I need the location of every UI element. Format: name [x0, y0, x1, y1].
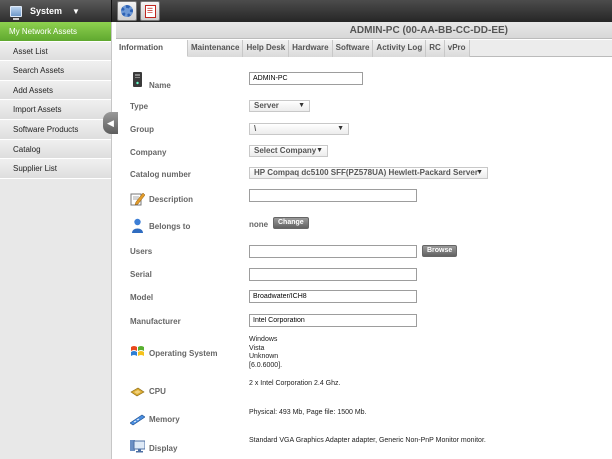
chevron-down-icon: ▼ — [316, 147, 323, 154]
os-line: Vista — [249, 344, 265, 352]
catalog-label: Catalog number — [130, 170, 191, 179]
monitor-icon — [130, 439, 145, 454]
model-label: Model — [130, 293, 154, 302]
system-menu-label: System — [30, 6, 63, 16]
catalog-select[interactable]: HP Compaq dc5100 SFF(PZ578UA) Hewlett-Pa… — [249, 167, 488, 179]
settings-button[interactable] — [117, 1, 137, 21]
gear-icon — [121, 5, 133, 17]
sidebar-item-my-network-assets[interactable]: My Network Assets — [0, 22, 111, 42]
sidebar-item-import-assets[interactable]: Import Assets — [0, 100, 111, 120]
name-field[interactable] — [249, 72, 363, 85]
tab-software[interactable]: Software — [332, 40, 374, 57]
change-owner-button[interactable]: Change — [273, 217, 309, 229]
belongs-to-label: Belongs to — [149, 222, 191, 231]
chevron-down-icon: ▼ — [72, 6, 80, 16]
cpu-value: 2 x Intel Corporation 2.4 Ghz. — [249, 380, 341, 387]
export-pdf-button[interactable]: ☰ — [140, 1, 160, 21]
sidebar-collapse-handle[interactable]: ◀ — [103, 112, 118, 134]
page-title: ADMIN-PC (00-AA-BB-CC-DD-EE) — [116, 22, 612, 39]
description-label: Description — [149, 195, 194, 204]
memory-module-icon — [130, 412, 145, 427]
tab-activity-log[interactable]: Activity Log — [373, 40, 427, 57]
operating-system-value: Windows Vista Unknown [6.0.6000]. — [249, 336, 282, 370]
chevron-down-icon: ▼ — [476, 169, 483, 176]
tab-maintenance[interactable]: Maintenance — [188, 40, 244, 57]
users-field[interactable] — [249, 245, 417, 258]
group-label: Group — [130, 125, 154, 134]
os-line: [6.0.6000]. — [249, 361, 283, 369]
memory-label: Memory — [149, 415, 180, 424]
memory-value: Physical: 493 Mb, Page file: 1500 Mb. — [249, 409, 367, 416]
serial-label: Serial — [130, 270, 152, 279]
sidebar-item-supplier-list[interactable]: Supplier List — [0, 159, 111, 179]
tab-bar: Information Maintenance Help Desk Hardwa… — [116, 40, 612, 57]
type-label: Type — [130, 102, 149, 111]
group-select[interactable]: \ ▼ — [249, 123, 349, 135]
model-field[interactable] — [249, 290, 417, 303]
browse-users-button[interactable]: Browse — [422, 245, 458, 257]
manufacturer-field[interactable] — [249, 314, 417, 327]
pdf-icon: ☰ — [144, 4, 156, 18]
users-label: Users — [130, 247, 153, 256]
tab-vpro[interactable]: vPro — [444, 40, 470, 57]
display-label: Display — [149, 444, 178, 453]
pencil-edit-icon — [130, 191, 145, 206]
type-select[interactable]: Server ▼ — [249, 100, 310, 112]
operating-system-label: Operating System — [149, 349, 218, 358]
catalog-select-value: HP Compaq dc5100 SFF(PZ578UA) Hewlett-Pa… — [254, 168, 478, 177]
os-line: Unknown — [249, 353, 279, 360]
cpu-chip-icon — [130, 384, 145, 399]
asset-information-form: Name Type Server▼ Group \▼ Company Selec… — [116, 58, 612, 459]
os-line: Windows — [249, 336, 278, 343]
group-select-value: \ — [254, 124, 257, 133]
name-label: Name — [149, 81, 171, 90]
manufacturer-label: Manufacturer — [130, 317, 181, 326]
company-label: Company — [130, 148, 167, 157]
tab-hardware[interactable]: Hardware — [289, 40, 333, 57]
display-value: Standard VGA Graphics Adapter adapter, G… — [249, 437, 486, 444]
sidebar-item-asset-list[interactable]: Asset List — [0, 41, 111, 62]
company-select-value: Select Company — [254, 146, 317, 155]
company-select[interactable]: Select Company ▼ — [249, 145, 328, 157]
description-field[interactable] — [249, 189, 417, 202]
windows-logo-icon — [130, 344, 145, 359]
type-select-value: Server — [254, 101, 279, 110]
cpu-label: CPU — [149, 387, 166, 396]
computer-icon — [10, 5, 22, 20]
serial-field[interactable] — [249, 268, 417, 281]
system-menu-button[interactable]: System ▼ — [0, 0, 112, 22]
sidebar: My Network Assets Asset List Search Asse… — [0, 22, 112, 459]
chevron-down-icon: ▼ — [337, 125, 344, 132]
sidebar-item-catalog[interactable]: Catalog — [0, 139, 111, 160]
belongs-to-value: none — [249, 220, 269, 229]
computer-tower-icon — [130, 72, 145, 87]
chevron-down-icon: ▼ — [298, 102, 305, 109]
tab-information[interactable]: Information — [116, 40, 188, 57]
sidebar-item-search-assets[interactable]: Search Assets — [0, 61, 111, 81]
tab-help-desk[interactable]: Help Desk — [243, 40, 290, 57]
tab-rc[interactable]: RC — [426, 40, 445, 57]
top-bar: System ▼ ☰ — [0, 0, 612, 22]
user-icon — [130, 218, 145, 233]
sidebar-item-add-assets[interactable]: Add Assets — [0, 80, 111, 101]
sidebar-item-software-products[interactable]: Software Products — [0, 119, 111, 140]
